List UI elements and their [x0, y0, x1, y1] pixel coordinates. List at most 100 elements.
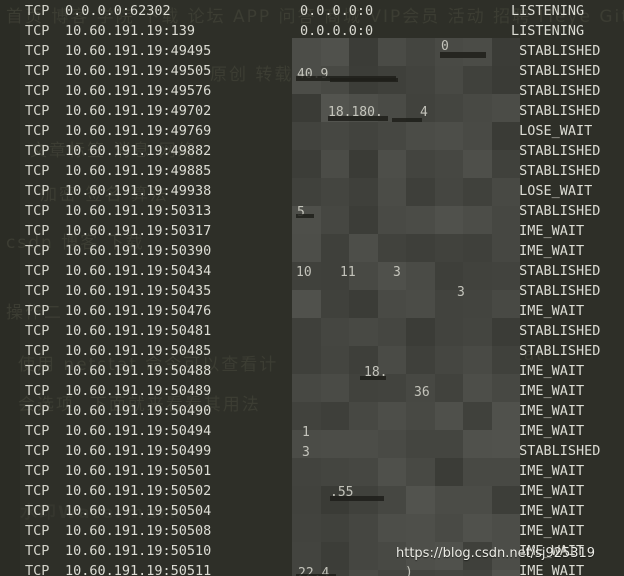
row-local-address: 10.60.191.19:50499 — [65, 443, 212, 459]
row-proto: TCP — [25, 323, 50, 339]
row-state: ESTABLISHED — [511, 283, 601, 299]
row-state: TIME_WAIT — [511, 243, 585, 259]
row-proto: TCP — [25, 103, 50, 119]
table-row: TCP 10.60.191.19:50317 TIME_WAIT — [0, 221, 624, 241]
row-state: LISTENING — [511, 23, 585, 39]
row-state: ESTABLISHED — [511, 103, 601, 119]
table-row: TCP 10.60.191.19:50494 TIME_WAIT — [0, 421, 624, 441]
row-state: TIME_WAIT — [511, 563, 585, 576]
row-local-address: 10.60.191.19:50434 — [65, 263, 212, 279]
row-state: TIME_WAIT — [511, 303, 585, 319]
row-proto: TCP — [25, 443, 50, 459]
row-proto: TCP — [25, 463, 50, 479]
row-local-address: 10.60.191.19:50504 — [65, 503, 212, 519]
table-row: TCP 10.60.191.19:50313 ESTABLISHED — [0, 201, 624, 221]
row-proto: TCP — [25, 3, 50, 19]
row-local-address: 10.60.191.19:50317 — [65, 223, 212, 239]
table-row: TCP 10.60.191.19:50499 ESTABLISHED — [0, 441, 624, 461]
table-row: TCP 10.60.191.19:50481 ESTABLISHED — [0, 321, 624, 341]
row-state: ESTABLISHED — [511, 263, 601, 279]
table-row: TCP 10.60.191.19:50510 TIME_WAIT — [0, 541, 624, 561]
row-proto: TCP — [25, 503, 50, 519]
table-row: TCP 10.60.191.19:49702 ESTABLISHED — [0, 101, 624, 121]
terminal-window: 首页 博客 学院 下载 论坛 APP 问答 商城 VIP会员 活动 招聘 ITe… — [0, 0, 624, 576]
table-row: TCP 10.60.191.19:50390 TIME_WAIT — [0, 241, 624, 261]
row-local-address: 10.60.191.19:50501 — [65, 463, 212, 479]
row-proto: TCP — [25, 83, 50, 99]
table-row: TCP 10.60.191.19:50434 ESTABLISHED — [0, 261, 624, 281]
row-local-address: 10.60.191.19:50435 — [65, 283, 212, 299]
table-row: TCP 10.60.191.19:50489 TIME_WAIT — [0, 381, 624, 401]
row-proto: TCP — [25, 483, 50, 499]
row-state: TIME_WAIT — [511, 463, 585, 479]
row-proto: TCP — [25, 523, 50, 539]
row-state: ESTABLISHED — [511, 203, 601, 219]
row-proto: TCP — [25, 143, 50, 159]
row-proto: TCP — [25, 563, 50, 576]
row-state: TIME_WAIT — [511, 423, 585, 439]
row-local-address: 10.60.191.19:50488 — [65, 363, 212, 379]
table-row: TCP 10.60.191.19:50476 TIME_WAIT — [0, 301, 624, 321]
table-row: TCP 10.60.191.19:50502 TIME_WAIT — [0, 481, 624, 501]
row-proto: TCP — [25, 223, 50, 239]
table-row: TCP 0.0.0.0:62302 0.0.0.0:0 LISTENING — [0, 1, 624, 21]
row-local-address: 10.60.191.19:50502 — [65, 483, 212, 499]
row-proto: TCP — [25, 343, 50, 359]
row-state: TIME_WAIT — [511, 223, 585, 239]
table-row: TCP 10.60.191.19:49769 CLOSE_WAIT — [0, 121, 624, 141]
row-local-address: 0.0.0.0:62302 — [65, 3, 171, 19]
table-row: TCP 10.60.191.19:49505 ESTABLISHED — [0, 61, 624, 81]
row-proto: TCP — [25, 303, 50, 319]
table-row: TCP 10.60.191.19:50511 TIME_WAIT — [0, 561, 624, 576]
row-state: TIME_WAIT — [511, 363, 585, 379]
row-state: ESTABLISHED — [511, 323, 601, 339]
row-state: ESTABLISHED — [511, 163, 601, 179]
row-local-address: 10.60.191.19:49885 — [65, 163, 212, 179]
row-state: ESTABLISHED — [511, 63, 601, 79]
row-state: CLOSE_WAIT — [511, 183, 593, 199]
row-proto: TCP — [25, 423, 50, 439]
row-state: ESTABLISHED — [511, 143, 601, 159]
row-state: TIME_WAIT — [511, 403, 585, 419]
table-row: TCP 10.60.191.19:139 0.0.0.0:0 LISTENING — [0, 21, 624, 41]
row-local-address: 10.60.191.19:50490 — [65, 403, 212, 419]
row-proto: TCP — [25, 403, 50, 419]
row-proto: TCP — [25, 383, 50, 399]
row-local-address: 10.60.191.19:49702 — [65, 103, 212, 119]
row-state: LISTENING — [511, 3, 585, 19]
table-row: TCP 10.60.191.19:50485 ESTABLISHED — [0, 341, 624, 361]
row-local-address: 10.60.191.19:49769 — [65, 123, 212, 139]
table-row: TCP 10.60.191.19:50490 TIME_WAIT — [0, 401, 624, 421]
row-local-address: 10.60.191.19:50489 — [65, 383, 212, 399]
row-local-address: 10.60.191.19:49505 — [65, 63, 212, 79]
row-local-address: 10.60.191.19:50313 — [65, 203, 212, 219]
table-row: TCP 10.60.191.19:49495 ESTABLISHED — [0, 41, 624, 61]
row-local-address: 10.60.191.19:50481 — [65, 323, 212, 339]
row-proto: TCP — [25, 363, 50, 379]
row-local-address: 10.60.191.19:49495 — [65, 43, 212, 59]
row-local-address: 10.60.191.19:139 — [65, 23, 196, 39]
table-row: TCP 10.60.191.19:50435 ESTABLISHED — [0, 281, 624, 301]
row-local-address: 10.60.191.19:49576 — [65, 83, 212, 99]
row-proto: TCP — [25, 43, 50, 59]
row-local-address: 10.60.191.19:50390 — [65, 243, 212, 259]
row-state: TIME_WAIT — [511, 523, 585, 539]
row-state: ESTABLISHED — [511, 43, 601, 59]
row-foreign-address: 0.0.0.0:0 — [300, 3, 374, 19]
row-proto: TCP — [25, 123, 50, 139]
row-proto: TCP — [25, 163, 50, 179]
row-local-address: 10.60.191.19:50494 — [65, 423, 212, 439]
table-row: TCP 10.60.191.19:50504 TIME_WAIT — [0, 501, 624, 521]
row-proto: TCP — [25, 283, 50, 299]
row-proto: TCP — [25, 543, 50, 559]
row-state: ESTABLISHED — [511, 83, 601, 99]
table-row: TCP 10.60.191.19:50508 TIME_WAIT — [0, 521, 624, 541]
row-local-address: 10.60.191.19:50485 — [65, 343, 212, 359]
row-local-address: 10.60.191.19:49882 — [65, 143, 212, 159]
table-row: TCP 10.60.191.19:50501 TIME_WAIT — [0, 461, 624, 481]
table-row: TCP 10.60.191.19:49938 CLOSE_WAIT — [0, 181, 624, 201]
table-row: TCP 10.60.191.19:49882 ESTABLISHED — [0, 141, 624, 161]
row-proto: TCP — [25, 63, 50, 79]
row-state: CLOSE_WAIT — [511, 123, 593, 139]
netstat-row-list: TCP 0.0.0.0:62302 0.0.0.0:0 LISTENING TCP 10.… — [0, 0, 624, 576]
